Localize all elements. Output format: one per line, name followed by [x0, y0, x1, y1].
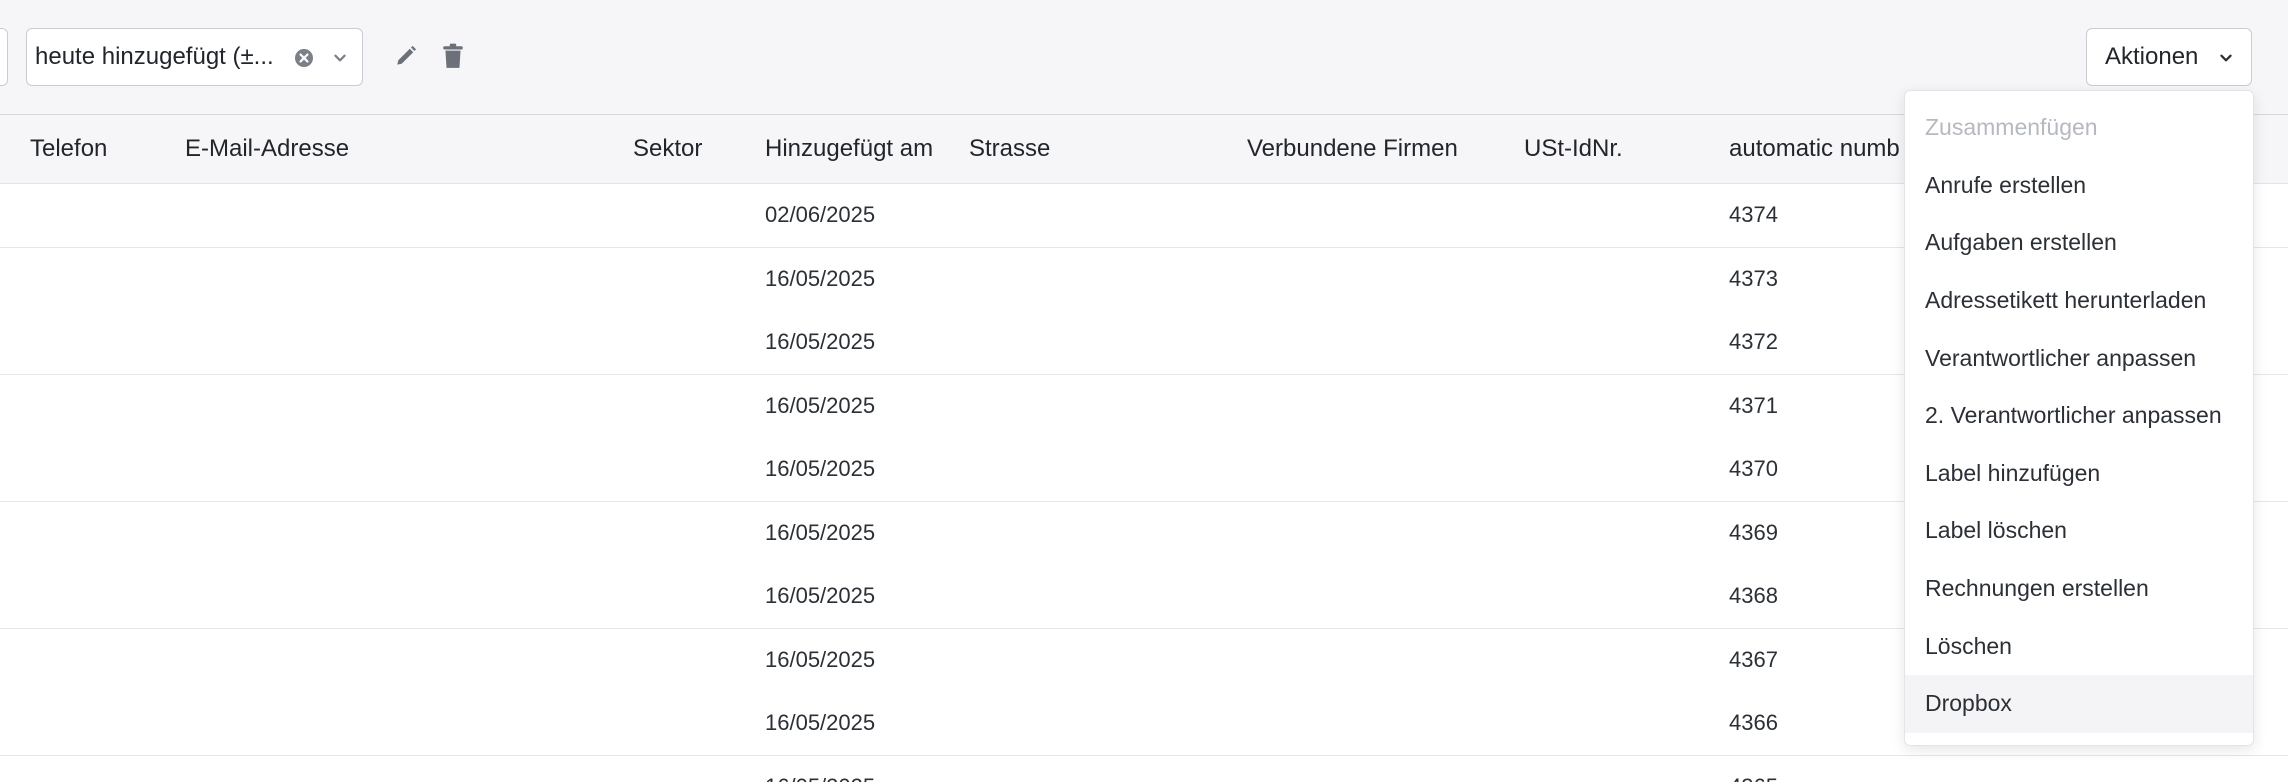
automatic-number-cell: 4374	[1729, 202, 1778, 227]
automatic-number-cell: 4365	[1729, 774, 1778, 782]
added-on-cell: 16/05/2025	[765, 393, 876, 418]
saved-filter-select[interactable]: heute hinzugefügt (±...	[26, 28, 363, 86]
added-on-cell: 16/05/2025	[765, 456, 876, 481]
menu-item-merge: Zusammenfügen	[1925, 114, 2098, 141]
automatic-number-cell: 4368	[1729, 583, 1778, 608]
column-header-sektor[interactable]: Sektor	[633, 135, 702, 163]
menu-item-create-calls[interactable]: Anrufe erstellen	[1905, 157, 2253, 215]
column-header-strasse[interactable]: Strasse	[969, 135, 1050, 163]
chevron-down-icon[interactable]	[329, 47, 351, 69]
added-on-cell: 16/05/2025	[765, 266, 876, 291]
column-header-telefon[interactable]: Telefon	[30, 135, 107, 163]
automatic-number-cell: 4371	[1729, 393, 1778, 418]
column-header-automatic-number[interactable]: automatic numb	[1729, 135, 1900, 163]
pencil-icon[interactable]	[393, 43, 419, 69]
actions-button-label: Aktionen	[2105, 43, 2199, 70]
added-on-cell: 16/05/2025	[765, 774, 875, 782]
automatic-number-cell: 4373	[1729, 266, 1778, 291]
automatic-number-cell: 4366	[1729, 710, 1778, 735]
added-on-cell: 16/05/2025	[765, 520, 876, 545]
column-header-vat-id[interactable]: USt-IdNr.	[1524, 135, 1623, 163]
menu-item-add-label[interactable]: Label hinzufügen	[1905, 445, 2253, 503]
actions-button[interactable]: Aktionen	[2086, 28, 2252, 86]
table-row[interactable]: 16/05/2025 4365	[0, 756, 2288, 782]
menu-item-create-tasks[interactable]: Aufgaben erstellen	[1905, 214, 2253, 272]
column-header-linked-companies[interactable]: Verbundene Firmen	[1247, 135, 1458, 163]
trash-icon[interactable]	[440, 42, 466, 70]
added-on-cell: 16/05/2025	[765, 583, 876, 608]
chevron-down-icon	[2220, 54, 2232, 62]
automatic-number-cell: 4372	[1729, 329, 1778, 354]
column-header-added-on[interactable]: Hinzugefügt am	[765, 135, 933, 163]
added-on-cell: 02/06/2025	[765, 202, 876, 227]
page: heute hinzugefügt (±... Aktionen Telefon…	[0, 0, 2288, 782]
added-on-cell: 16/05/2025	[765, 647, 876, 672]
menu-item-change-second-owner[interactable]: 2. Verantwortlicher anpassen	[1905, 387, 2253, 445]
filter-value: heute hinzugefügt (±...	[35, 43, 274, 70]
menu-item-change-owner[interactable]: Verantwortlicher anpassen	[1905, 329, 2253, 387]
menu-item-create-invoices[interactable]: Rechnungen erstellen	[1905, 560, 2253, 618]
automatic-number-cell: 4370	[1729, 456, 1778, 481]
column-header-email[interactable]: E-Mail-Adresse	[185, 135, 349, 163]
added-on-cell: 16/05/2025	[765, 329, 876, 354]
actions-dropdown-menu: Zusammenfügen Anrufe erstellen Aufgaben …	[1904, 90, 2254, 746]
clear-filter-icon[interactable]	[292, 46, 316, 70]
previous-filter-field[interactable]	[0, 28, 8, 86]
added-on-cell: 16/05/2025	[765, 710, 876, 735]
menu-item-remove-label[interactable]: Label löschen	[1905, 502, 2253, 560]
menu-item-delete[interactable]: Löschen	[1905, 617, 2253, 675]
automatic-number-cell: 4367	[1729, 647, 1778, 672]
automatic-number-cell: 4369	[1729, 520, 1778, 545]
menu-item-dropbox[interactable]: Dropbox	[1905, 674, 2253, 733]
menu-item-download-address-labels[interactable]: Adressetikett herunterladen	[1905, 272, 2253, 330]
